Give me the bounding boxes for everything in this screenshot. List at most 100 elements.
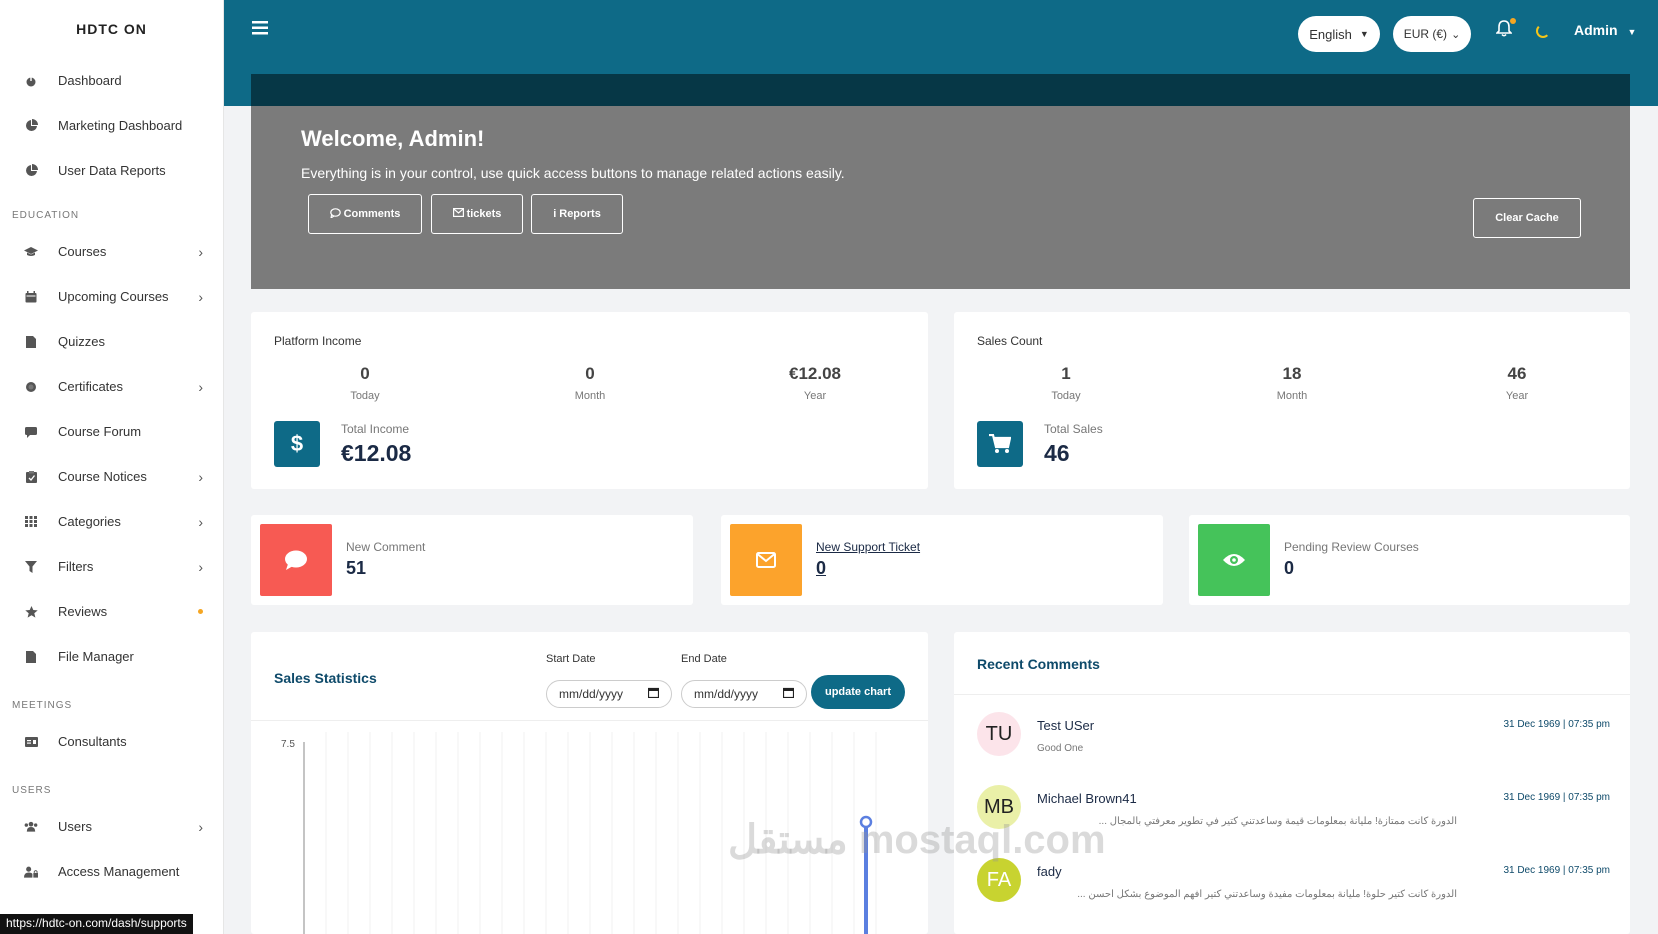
- envelope-icon: [452, 208, 464, 220]
- sidebar-item-label: File Manager: [58, 649, 134, 664]
- sidebar-item-marketing-dashboard[interactable]: Marketing Dashboard: [0, 103, 223, 148]
- pie-chart-icon: [24, 164, 38, 178]
- stat-label: Month: [1276, 390, 1308, 402]
- welcome-banner: Welcome, Admin! Everything is in your co…: [251, 106, 1630, 289]
- info-icon: i: [553, 208, 557, 220]
- sidebar-item-access-management[interactable]: Access Management: [0, 849, 223, 894]
- sidebar-item-certificates[interactable]: Certificates ›: [0, 364, 223, 409]
- sales-today: 1 Today: [1006, 364, 1126, 402]
- sidebar-item-label: Access Management: [58, 864, 180, 879]
- stat-value: 1: [1061, 364, 1071, 383]
- recent-comments-title: Recent Comments: [977, 656, 1100, 672]
- new-comment-value: 51: [346, 558, 367, 578]
- brand-logo[interactable]: HDTC ON: [0, 0, 223, 58]
- file-icon: [24, 650, 38, 664]
- id-card-icon: [24, 735, 38, 749]
- notification-dot: [198, 609, 203, 614]
- comment-icon: [329, 207, 341, 221]
- avatar: FA: [977, 858, 1021, 902]
- sidebar-item-reviews[interactable]: Reviews: [0, 589, 223, 634]
- sidebar-item-upcoming-courses[interactable]: Upcoming Courses ›: [0, 274, 223, 319]
- star-icon: [24, 605, 38, 619]
- currency-select[interactable]: EUR (€) ⌄: [1393, 16, 1471, 52]
- stat-value: €12.08: [789, 364, 841, 383]
- end-date-placeholder: mm/dd/yyyy: [694, 687, 759, 701]
- comment-item[interactable]: TU Test USer Good One 31 Dec 1969 | 07:3…: [954, 698, 1630, 771]
- reports-button[interactable]: i Reports: [531, 194, 623, 234]
- sidebar-item-label: Dashboard: [58, 73, 122, 88]
- comment-text: الدورة كانت كتير حلوة! مليانة بمعلومات م…: [1077, 889, 1457, 900]
- start-date-input[interactable]: mm/dd/yyyy: [546, 680, 672, 708]
- sidebar-item-consultants[interactable]: Consultants: [0, 719, 223, 764]
- stat-value: 0: [585, 364, 595, 383]
- pending-review-courses-card[interactable]: Pending Review Courses 0: [1189, 515, 1630, 605]
- chevron-right-icon: ›: [198, 243, 203, 260]
- new-support-ticket-value[interactable]: 0: [816, 558, 826, 579]
- platform-income-card: Platform Income 0 Today 0 Month €12.08 Y…: [251, 312, 928, 489]
- comment-date: 31 Dec 1969 | 07:35 pm: [1503, 719, 1610, 730]
- section-education: EDUCATION: [12, 210, 80, 221]
- welcome-subtitle: Everything is in your control, use quick…: [301, 165, 845, 181]
- pie-chart-icon: [24, 119, 38, 133]
- menu-icon[interactable]: [252, 18, 268, 41]
- sales-statistics-title: Sales Statistics: [274, 670, 377, 686]
- language-value: English: [1309, 26, 1352, 42]
- sidebar-item-quizzes[interactable]: Quizzes: [0, 319, 223, 364]
- sales-count-card: Sales Count 1 Today 18 Month 46 Year Tot…: [954, 312, 1630, 489]
- sidebar-item-courses[interactable]: Courses ›: [0, 229, 223, 274]
- comment-icon: [24, 425, 38, 439]
- update-chart-button[interactable]: update chart: [811, 675, 905, 709]
- sales-year: 46 Year: [1457, 364, 1577, 402]
- chevron-down-icon: ⌄: [1451, 28, 1461, 41]
- stat-value: 46: [1507, 364, 1527, 383]
- comment-author: fady: [1037, 864, 1062, 879]
- status-url: https://hdtc-on.com/dash/supports: [0, 914, 193, 934]
- chevron-right-icon: ›: [198, 468, 203, 485]
- new-comment-label: New Comment: [346, 540, 426, 554]
- bell-icon[interactable]: [1495, 18, 1516, 42]
- sidebar-item-dashboard[interactable]: Dashboard: [0, 58, 223, 103]
- user-menu[interactable]: Admin ▼: [1574, 22, 1636, 38]
- stat-label: Year: [1505, 390, 1529, 402]
- sidebar-item-label: Courses: [58, 244, 107, 259]
- sidebar-item-categories[interactable]: Categories ›: [0, 499, 223, 544]
- chevron-right-icon: ›: [198, 558, 203, 575]
- section-users: USERS: [12, 785, 52, 796]
- card-title: Platform Income: [274, 334, 362, 348]
- comments-button[interactable]: Comments: [308, 194, 422, 234]
- comment-author: Michael Brown41: [1037, 791, 1137, 806]
- recent-comments-card: Recent Comments TU Test USer Good One 31…: [954, 632, 1630, 934]
- sidebar-item-file-manager[interactable]: File Manager: [0, 634, 223, 679]
- sales-statistics-card: Sales Statistics Start Date End Date mm/…: [251, 632, 928, 934]
- sidebar: HDTC ON Dashboard Marketing Dashboard Us…: [0, 0, 224, 934]
- envelope-icon: [730, 524, 802, 596]
- grid-icon: [24, 515, 38, 529]
- new-support-ticket-card: New Support Ticket 0: [721, 515, 1163, 605]
- eye-icon: [1198, 524, 1270, 596]
- pending-review-label: Pending Review Courses: [1284, 540, 1419, 554]
- sidebar-item-user-data-reports[interactable]: User Data Reports: [0, 148, 223, 193]
- comments-divider: [954, 694, 1630, 695]
- income-year: €12.08 Year: [755, 364, 875, 402]
- notification-dot: [1510, 18, 1516, 24]
- comment-author: Test USer: [1037, 718, 1095, 733]
- sidebar-item-course-forum[interactable]: Course Forum: [0, 409, 223, 454]
- chevron-right-icon: ›: [198, 288, 203, 305]
- language-select[interactable]: English ▼: [1298, 16, 1380, 52]
- end-date-input[interactable]: mm/dd/yyyy: [681, 680, 807, 708]
- sidebar-item-label: Consultants: [58, 734, 127, 749]
- stat-value: 18: [1282, 364, 1302, 383]
- sidebar-item-filters[interactable]: Filters ›: [0, 544, 223, 589]
- end-date-label: End Date: [681, 653, 727, 665]
- comments-button-label: Comments: [343, 208, 401, 220]
- tickets-button[interactable]: tickets: [431, 194, 523, 234]
- new-support-ticket-link[interactable]: New Support Ticket: [816, 540, 920, 554]
- clear-cache-button[interactable]: Clear Cache: [1473, 198, 1581, 238]
- clipboard-icon: [24, 470, 38, 484]
- sidebar-item-course-notices[interactable]: Course Notices ›: [0, 454, 223, 499]
- comment-icon: [260, 524, 332, 596]
- new-comment-card[interactable]: New Comment 51: [251, 515, 693, 605]
- chevron-right-icon: ›: [198, 513, 203, 530]
- sales-month: 18 Month: [1232, 364, 1352, 402]
- sidebar-item-users[interactable]: Users ›: [0, 804, 223, 849]
